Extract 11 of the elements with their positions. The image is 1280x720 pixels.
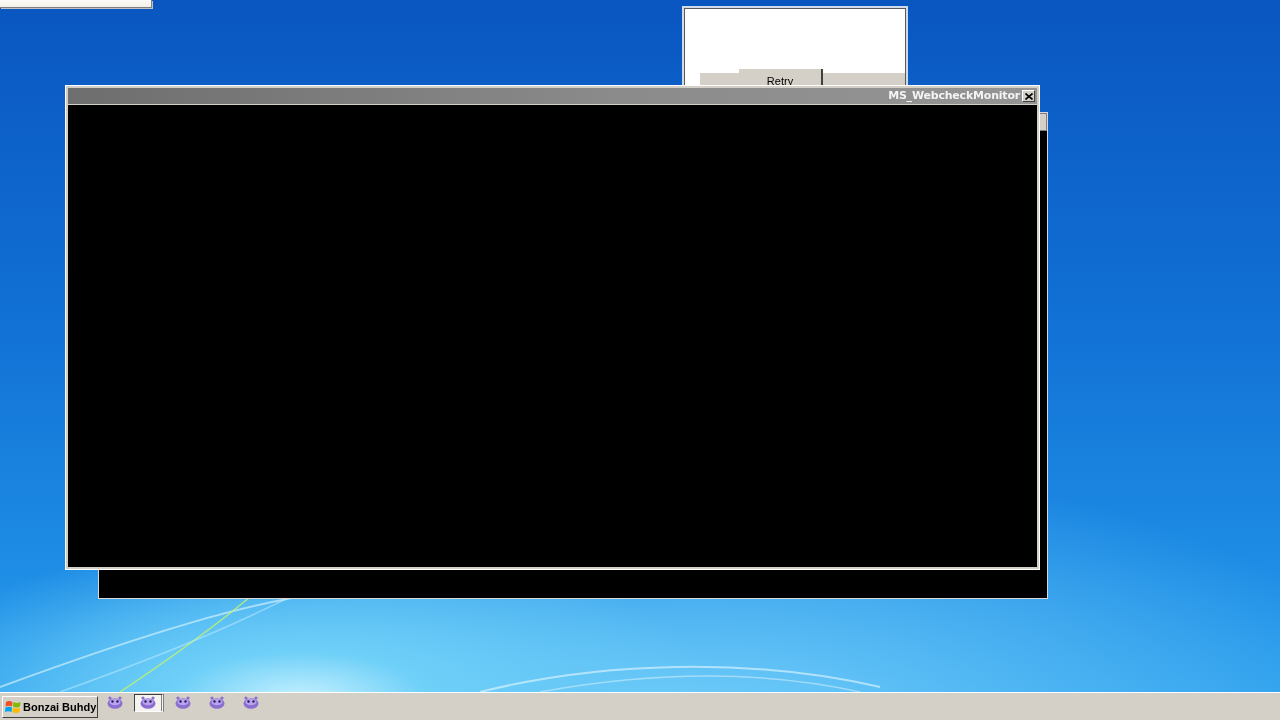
taskbar-button[interactable] (134, 693, 164, 712)
flag-icon (5, 699, 21, 714)
creature-icon (107, 696, 123, 709)
start-button[interactable]: Bonzai Buhdy (2, 695, 98, 718)
window-title: MS_WebcheckMonitor (888, 89, 1020, 103)
close-button[interactable] (1022, 90, 1035, 102)
creature-icon (243, 696, 259, 709)
creature-icon (175, 696, 191, 709)
creature-icon (209, 696, 225, 709)
creature-icon (140, 696, 156, 709)
close-icon (1024, 92, 1033, 100)
